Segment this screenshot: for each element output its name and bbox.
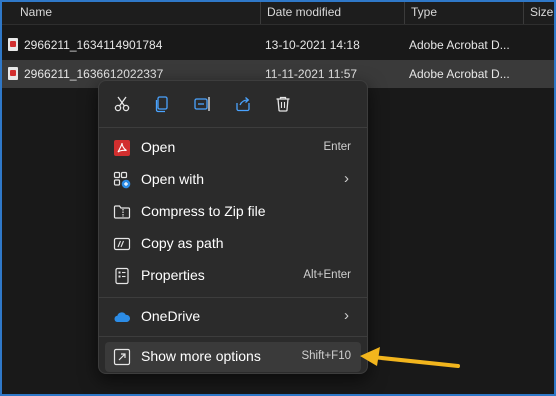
cut-icon[interactable] — [111, 93, 133, 115]
pdf-file-icon — [8, 67, 18, 80]
share-icon[interactable] — [232, 93, 254, 115]
menu-item-label: Open — [141, 139, 176, 155]
file-date: 13-10-2021 14:18 — [265, 38, 360, 52]
chevron-right-icon: › — [344, 170, 349, 187]
menu-item-label: Copy as path — [141, 235, 224, 251]
column-date-modified[interactable]: Date modified — [261, 2, 341, 24]
menu-item-copy-as-path[interactable]: Copy as path — [105, 229, 361, 259]
open-with-icon — [113, 171, 131, 189]
copy-path-icon — [113, 235, 131, 253]
file-type: Adobe Acrobat D... — [409, 38, 510, 52]
column-type[interactable]: Type — [405, 2, 437, 24]
menu-item-label: Open with — [141, 171, 205, 187]
acrobat-icon — [113, 139, 131, 157]
menu-item-open-with[interactable]: Open with › — [105, 165, 361, 195]
menu-item-properties[interactable]: Properties Alt+Enter — [105, 261, 361, 291]
context-menu: Open Enter Open with › Compress to Zip f… — [98, 80, 368, 374]
rename-icon[interactable] — [192, 93, 214, 115]
file-name: 2966211_1636612022337 — [24, 67, 164, 81]
file-date: 11-11-2021 11:57 — [265, 67, 358, 81]
menu-item-label: OneDrive — [141, 308, 201, 324]
file-name: 2966211_1634114901784 — [24, 38, 163, 52]
column-name[interactable]: Name — [14, 2, 52, 24]
more-options-icon — [113, 348, 131, 366]
copy-icon[interactable] — [151, 93, 173, 115]
annotation-arrow — [360, 347, 460, 368]
delete-icon[interactable] — [272, 93, 294, 115]
chevron-right-icon: › — [344, 307, 349, 324]
pdf-file-icon — [8, 38, 18, 51]
explorer-window: Name Date modified Type Size 2966211_163… — [0, 0, 556, 396]
menu-item-open[interactable]: Open Enter — [105, 133, 361, 163]
file-row[interactable]: 2966211_1634114901784 13-10-2021 14:18 A… — [2, 31, 554, 59]
menu-divider — [99, 127, 367, 128]
menu-divider — [99, 336, 367, 337]
menu-divider — [99, 297, 367, 298]
menu-item-onedrive[interactable]: OneDrive › — [105, 302, 361, 332]
properties-icon — [113, 267, 131, 285]
menu-item-shortcut: Alt+Enter — [303, 269, 351, 281]
menu-item-shortcut: Shift+F10 — [301, 350, 351, 362]
menu-item-show-more-options[interactable]: Show more options Shift+F10 — [105, 342, 361, 372]
menu-item-shortcut: Enter — [323, 141, 352, 153]
menu-item-compress-zip[interactable]: Compress to Zip file — [105, 197, 361, 227]
menu-item-label: Properties — [141, 267, 205, 283]
onedrive-icon — [113, 308, 131, 326]
column-header: Name Date modified Type Size — [2, 2, 554, 25]
column-size[interactable]: Size — [524, 2, 553, 24]
menu-item-label: Compress to Zip file — [141, 203, 266, 219]
context-menu-toolbar — [99, 81, 367, 125]
zip-folder-icon — [113, 203, 131, 221]
file-type: Adobe Acrobat D... — [409, 67, 510, 81]
menu-item-label: Show more options — [141, 348, 261, 364]
